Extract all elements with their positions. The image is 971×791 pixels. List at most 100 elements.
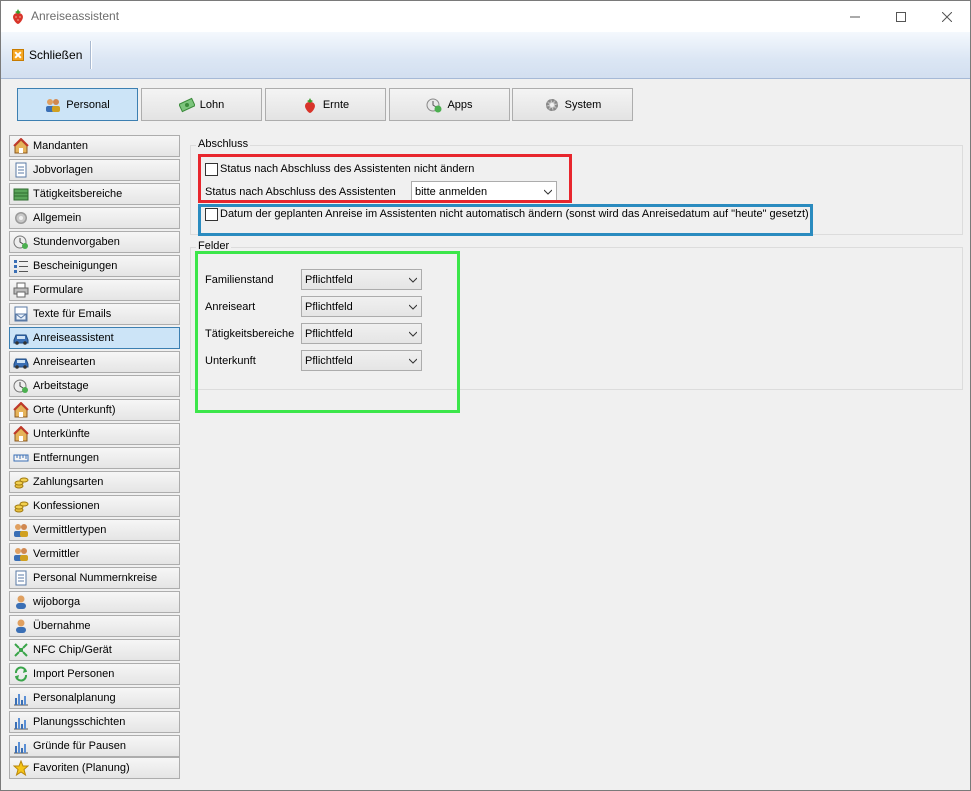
taetigkeitsbereiche-label: Tätigkeitsbereiche [205,328,295,340]
sidebar-item-allgemein[interactable]: Allgemein [9,207,180,229]
sidebar-item-label: Vermittler [33,548,80,560]
sidebar-item-label: Unterkünfte [33,428,90,440]
sidebar-item-label: Mandanten [33,140,89,152]
sidebar-item-personal-nummernkreise[interactable]: Personal Nummernkreise [9,567,180,589]
sidebar-item-label: Arbeitstage [33,380,89,392]
sidebar-item-entfernungen[interactable]: Entfernungen [9,447,180,469]
sidebar-item-vermittlertypen[interactable]: Vermittlertypen [9,519,180,541]
sidebar-item-label: Jobvorlagen [33,164,93,176]
sidebar-item-label: Stundenvorgaben [33,236,120,248]
sidebar-item-label: Texte für Emails [33,308,112,320]
car-icon [13,358,29,369]
chevron-down-icon [409,304,417,310]
tab-personal[interactable]: Personal [17,88,138,121]
tab-label: Apps [447,98,473,111]
tab-label: Ernte [322,98,350,111]
close-window-button[interactable] [924,1,970,32]
car-icon [13,334,29,345]
sidebar-item-gründe-für-pausen[interactable]: Gründe für Pausen [9,735,180,757]
bar-chart-icon [14,694,28,706]
tab-label: Personal [66,98,110,111]
sidebar-item-label: Planungsschichten [33,716,126,728]
sidebar-item-konfessionen[interactable]: Konfessionen [9,495,180,517]
sidebar-item-nfc-chip-gerät[interactable]: NFC Chip/Gerät [9,639,180,661]
status-no-change-checkbox[interactable] [205,163,218,176]
refresh-icon [15,666,27,682]
familienstand-select[interactable]: Pflichtfeld [301,269,422,290]
maximize-icon [896,11,906,22]
sidebar-item-zahlungsarten[interactable]: Zahlungsarten [9,471,180,493]
sidebar-item-planungsschichten[interactable]: Planungsschichten [9,711,180,733]
app-window: Anreiseassistent Schließen Personal Lohn… [0,0,971,791]
sidebar-item-label: Vermittlertypen [33,524,107,536]
sidebar-item-jobvorlagen[interactable]: Jobvorlagen [9,159,180,181]
sidebar-item-stundenvorgaben[interactable]: Stundenvorgaben [9,231,180,253]
sidebar-item-mandanten[interactable]: Mandanten [9,135,180,157]
abschluss-group-label: Abschluss [196,138,251,150]
sidebar-item-unterkünfte[interactable]: Unterkünfte [9,423,180,445]
sidebar-item-formulare[interactable]: Formulare [9,279,180,301]
document-icon [15,570,27,586]
unterkunft-label: Unterkunft [205,355,256,367]
sidebar-item-anreisearten[interactable]: Anreisearten [9,351,180,373]
close-button[interactable]: Schließen [8,43,86,67]
tab-system[interactable]: System [512,88,633,121]
close-icon [12,49,24,61]
printer-icon [13,282,29,298]
sidebar-item-personalplanung[interactable]: Personalplanung [9,687,180,709]
coins-icon [14,501,29,513]
felder-group-label: Felder [196,240,232,252]
date-no-auto-checkbox[interactable] [205,208,218,221]
sidebar-item-übernahme[interactable]: Übernahme [9,615,180,637]
unterkunft-select[interactable]: Pflichtfeld [301,350,422,371]
sidebar-item-bescheinigungen[interactable]: Bescheinigungen [9,255,180,277]
house-icon [13,426,29,442]
sidebar-item-import-personen[interactable]: Import Personen [9,663,180,685]
anreiseart-value: Pflichtfeld [305,300,353,313]
sidebar-item-arbeitstage[interactable]: Arbeitstage [9,375,180,397]
taetigkeitsbereiche-select[interactable]: Pflichtfeld [301,323,422,344]
tab-apps[interactable]: Apps [389,88,510,121]
person-icon [16,619,26,633]
chevron-down-icon [544,189,552,195]
sidebar-item-label: Anreiseassistent [33,332,114,344]
sidebar-item-vermittler[interactable]: Vermittler [9,543,180,565]
date-no-auto-label: Datum der geplanten Anreise im Assistent… [220,208,809,220]
familienstand-label: Familienstand [205,274,274,286]
window-title: Anreiseassistent [31,9,120,23]
bar-chart-icon [14,742,28,754]
maximize-button[interactable] [878,1,924,32]
minimize-button[interactable] [832,1,878,32]
status-select[interactable]: bitte anmelden [411,181,557,202]
status-no-change-label: Status nach Abschluss des Assistenten ni… [220,163,475,175]
unterkunft-value: Pflichtfeld [305,354,353,367]
sidebar-item-anreiseassistent[interactable]: Anreiseassistent [9,327,180,349]
toolbar-separator [90,41,91,69]
house-icon [13,138,29,154]
sidebar-item-wijoborga[interactable]: wijoborga [9,591,180,613]
sidebar-item-label: Allgemein [33,212,82,224]
chevron-down-icon [409,358,417,364]
sidebar-item-label: Import Personen [33,668,115,680]
sidebar-item-favoriten-planung[interactable]: Favoriten (Planung) [9,757,180,779]
star-icon [13,760,29,776]
minimize-icon [850,16,860,17]
status-label: Status nach Abschluss des Assistenten [205,186,396,198]
sidebar-item-tätigkeitsbereiche[interactable]: Tätigkeitsbereiche [9,183,180,205]
sidebar-item-texte-für-emails[interactable]: Texte für Emails [9,303,180,325]
anreiseart-select[interactable]: Pflichtfeld [301,296,422,317]
people-icon [14,524,28,537]
sidebar-item-orte-unterkunft[interactable]: Orte (Unterkunft) [9,399,180,421]
ribbon-toolbar: Schließen [1,32,970,79]
house-icon [13,402,29,418]
sidebar-item-label: Personal Nummernkreise [33,572,158,584]
sidebar-item-label: Orte (Unterkunft) [33,404,116,416]
tab-label: Lohn [199,98,225,111]
tab-lohn[interactable]: Lohn [141,88,262,121]
chevron-down-icon [409,277,417,283]
status-select-value: bitte anmelden [415,185,488,198]
tab-ernte[interactable]: Ernte [265,88,386,121]
anreiseart-label: Anreiseart [205,301,256,313]
sidebar-item-label: Personalplanung [33,692,116,704]
list-icon [14,260,28,273]
